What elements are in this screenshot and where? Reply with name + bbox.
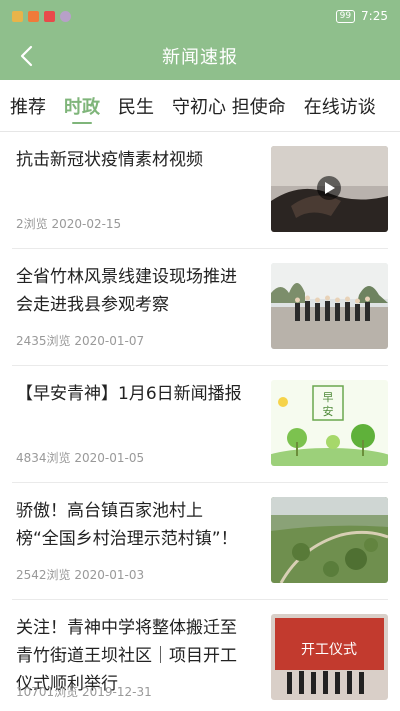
list-item[interactable]: 【早安青神】1月6日新闻播报 4834浏览 2020-01-05 早 安	[12, 366, 388, 483]
thumb-text-zao: 早	[323, 391, 334, 404]
battery-indicator: 99	[335, 9, 356, 23]
tab-interview[interactable]: 在线访谈	[304, 80, 376, 131]
news-meta: 4834浏览 2020-01-05	[16, 451, 145, 465]
header-bar: 新闻速报	[0, 32, 400, 80]
list-item[interactable]: 关注！青神中学将整体搬迁至青竹街道王坝社区｜项目开工仪式顺利举行 10701浏览…	[12, 600, 388, 711]
news-title: 抗击新冠状疫情素材视频	[16, 150, 203, 170]
group-photo-thumbnail	[271, 263, 388, 349]
news-meta: 2浏览 2020-02-15	[16, 217, 122, 231]
tab-livelihood[interactable]: 民生	[118, 80, 154, 131]
page-title: 新闻速报	[162, 47, 238, 68]
tab-mission[interactable]: 守初心 担使命	[172, 80, 286, 131]
list-item[interactable]: 抗击新冠状疫情素材视频 2浏览 2020-02-15	[12, 132, 388, 249]
sim-icon	[12, 10, 23, 22]
app-notification-icon-2	[44, 10, 55, 22]
news-meta: 2435浏览 2020-01-07	[16, 334, 145, 348]
news-title: 骄傲！高台镇百家池村上榜“全国乡村治理示范村镇”！	[16, 501, 238, 549]
good-morning-thumbnail: 早 安	[271, 380, 388, 466]
news-title: 【早安青神】1月6日新闻播报	[16, 384, 242, 404]
news-meta: 2542浏览 2020-01-03	[16, 568, 145, 582]
list-item[interactable]: 骄傲！高台镇百家池村上榜“全国乡村治理示范村镇”！ 2542浏览 2020-01…	[12, 483, 388, 600]
thumb-text-an: 安	[323, 404, 334, 418]
ceremony-thumbnail: 开工仪式	[271, 614, 388, 700]
app-notification-icon-3	[60, 10, 71, 22]
back-button[interactable]	[8, 32, 44, 80]
status-bar: 99 7:25	[0, 0, 400, 32]
app-notification-icon	[28, 10, 39, 22]
clock: 7:25	[361, 9, 388, 23]
list-item[interactable]: 全省竹林风景线建设现场推进会走进我县参观考察 2435浏览 2020-01-07	[12, 249, 388, 366]
aerial-village-thumbnail	[271, 497, 388, 583]
tab-recommend[interactable]: 推荐	[10, 80, 46, 131]
news-title: 全省竹林风景线建设现场推进会走进我县参观考察	[16, 267, 237, 315]
chevron-left-icon	[20, 45, 33, 67]
category-tabs: 推荐 时政 民生 守初心 担使命 在线访谈	[0, 80, 400, 132]
thumb-banner-text: 开工仪式	[301, 642, 357, 658]
news-meta: 10701浏览 2019-12-31	[16, 685, 152, 699]
video-thumbnail	[271, 146, 388, 232]
tab-politics[interactable]: 时政	[64, 80, 100, 131]
news-list: 抗击新冠状疫情素材视频 2浏览 2020-02-15 全省竹林风景线建设现场推进…	[0, 132, 400, 711]
